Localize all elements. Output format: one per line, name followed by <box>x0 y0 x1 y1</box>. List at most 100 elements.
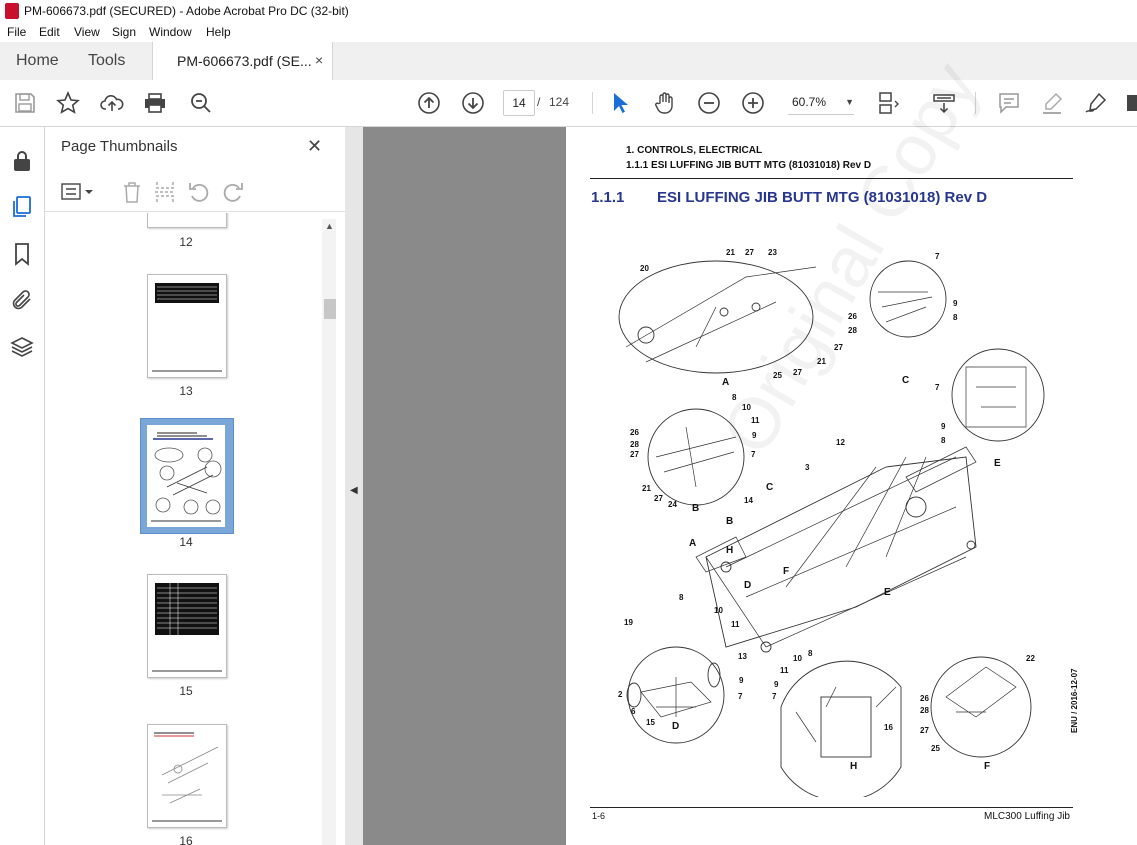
thumbnail-scrollbar[interactable]: ▲ <box>322 219 336 845</box>
select-cursor-icon[interactable] <box>608 91 632 115</box>
svg-text:D: D <box>672 721 679 732</box>
svg-text:27: 27 <box>654 494 663 503</box>
tab-document[interactable]: PM-606673.pdf (SE... × <box>152 42 333 80</box>
svg-text:8: 8 <box>679 593 684 602</box>
thumbnail-label: 14 <box>179 535 193 549</box>
sign-pen-icon[interactable] <box>1084 91 1108 115</box>
svg-text:A: A <box>722 377 729 388</box>
menu-edit[interactable]: Edit <box>39 25 60 39</box>
find-zoom-icon[interactable] <box>189 91 213 115</box>
star-icon[interactable] <box>56 90 80 115</box>
zoom-level-dropdown[interactable]: 60.7% ▼ <box>788 90 854 115</box>
tab-home[interactable]: Home <box>16 52 59 70</box>
svg-text:12: 12 <box>836 438 845 447</box>
svg-text:21: 21 <box>642 484 651 493</box>
thumbnail-list: 12 13 14 15 16 <box>45 213 321 845</box>
zoom-level-value: 60.7% <box>792 95 827 109</box>
footer-page-number: 1-6 <box>592 811 606 821</box>
thumbnail-tools <box>45 175 345 212</box>
svg-text:23: 23 <box>768 248 777 257</box>
svg-text:8: 8 <box>808 649 813 658</box>
svg-text:9: 9 <box>941 422 946 431</box>
layers-icon[interactable] <box>10 335 34 359</box>
svg-text:9: 9 <box>774 680 779 689</box>
svg-text:7: 7 <box>935 383 940 392</box>
print-icon[interactable] <box>143 91 167 115</box>
svg-text:21: 21 <box>817 357 826 366</box>
svg-text:28: 28 <box>630 440 639 449</box>
attachment-icon[interactable] <box>10 288 34 312</box>
header-rule <box>590 178 1073 179</box>
svg-text:E: E <box>884 587 891 598</box>
svg-text:A: A <box>689 538 696 549</box>
footer-rule <box>590 807 1073 808</box>
thumbnail-page[interactable] <box>147 274 227 378</box>
svg-text:26: 26 <box>630 428 639 437</box>
menu-window[interactable]: Window <box>149 25 192 39</box>
svg-text:H: H <box>726 545 733 556</box>
section-number: 1.1.1 <box>591 189 625 206</box>
tab-tools[interactable]: Tools <box>88 52 125 70</box>
svg-text:24: 24 <box>668 500 677 509</box>
svg-text:14: 14 <box>744 496 753 505</box>
svg-text:25: 25 <box>773 371 782 380</box>
thumbnail-page[interactable] <box>147 213 227 228</box>
comment-icon[interactable] <box>997 91 1021 115</box>
thumbnail-page[interactable] <box>147 724 227 828</box>
menu-sign[interactable]: Sign <box>112 25 136 39</box>
menu-view[interactable]: View <box>74 25 100 39</box>
next-page-icon[interactable] <box>461 91 485 115</box>
svg-text:H: H <box>850 761 857 772</box>
svg-text:13: 13 <box>738 652 747 661</box>
menu-file[interactable]: File <box>7 25 26 39</box>
rotate-clockwise-icon[interactable] <box>221 180 245 204</box>
zoom-out-icon[interactable] <box>697 91 721 115</box>
svg-text:9: 9 <box>953 299 958 308</box>
svg-text:F: F <box>783 566 789 577</box>
svg-text:10: 10 <box>742 403 751 412</box>
zoom-in-icon[interactable] <box>741 91 765 115</box>
svg-text:10: 10 <box>793 654 802 663</box>
svg-text:7: 7 <box>772 692 777 701</box>
upload-cloud-icon[interactable] <box>100 91 124 115</box>
svg-text:27: 27 <box>834 343 843 352</box>
page-number-input[interactable]: 14 <box>503 90 535 116</box>
thumbnail-page[interactable] <box>147 574 227 678</box>
svg-text:8: 8 <box>941 436 946 445</box>
page-header-section: 1. CONTROLS, ELECTRICAL <box>626 145 763 156</box>
selected-thumbnail[interactable] <box>140 418 234 534</box>
document-date-code: ENU / 2016-12-07 <box>1070 668 1079 733</box>
toolbar-divider <box>592 92 593 114</box>
svg-text:25: 25 <box>931 744 940 753</box>
page-thumbnails-icon[interactable] <box>10 195 34 219</box>
panel-close-button[interactable]: ✕ <box>307 136 322 157</box>
menu-help[interactable]: Help <box>206 25 231 39</box>
scroll-up-arrow-icon[interactable]: ▲ <box>325 221 334 231</box>
thumbnail-label: 15 <box>179 684 193 698</box>
svg-text:D: D <box>744 580 751 591</box>
highlight-pen-icon[interactable] <box>1040 91 1064 115</box>
technical-diagram: 20 21 27 23 26 28 27 21 27 25 A 798 C 798 E 8 10… <box>586 237 1111 802</box>
svg-text:11: 11 <box>751 416 760 425</box>
rotate-counterclockwise-icon[interactable] <box>187 180 211 204</box>
tab-close-button[interactable]: × <box>315 52 323 68</box>
lock-icon[interactable] <box>10 149 34 173</box>
extract-page-icon[interactable] <box>153 180 177 204</box>
svg-text:B: B <box>726 516 733 527</box>
thumbnail-label: 12 <box>179 235 193 249</box>
page-thumbnails-panel: Page Thumbnails ✕ 12 13 14 15 16 ▲ <box>45 127 346 845</box>
scrollbar-thumb[interactable] <box>324 299 336 319</box>
previous-page-icon[interactable] <box>417 91 441 115</box>
collapse-panel-arrow-icon[interactable]: ◀ <box>350 485 358 496</box>
options-menu-icon[interactable] <box>61 181 95 203</box>
svg-text:3: 3 <box>805 463 810 472</box>
hand-tool-icon[interactable] <box>653 91 677 115</box>
bookmark-icon[interactable] <box>10 242 34 266</box>
chevron-down-icon: ▼ <box>845 97 854 107</box>
more-tools-icon[interactable] <box>1125 91 1137 115</box>
save-icon[interactable] <box>13 91 37 115</box>
document-page: 1. CONTROLS, ELECTRICAL 1.1.1 ESI LUFFIN… <box>566 50 1137 845</box>
panel-splitter[interactable]: ◀ <box>345 127 363 845</box>
delete-page-icon[interactable] <box>121 180 143 204</box>
left-navigation-rail <box>0 127 45 845</box>
